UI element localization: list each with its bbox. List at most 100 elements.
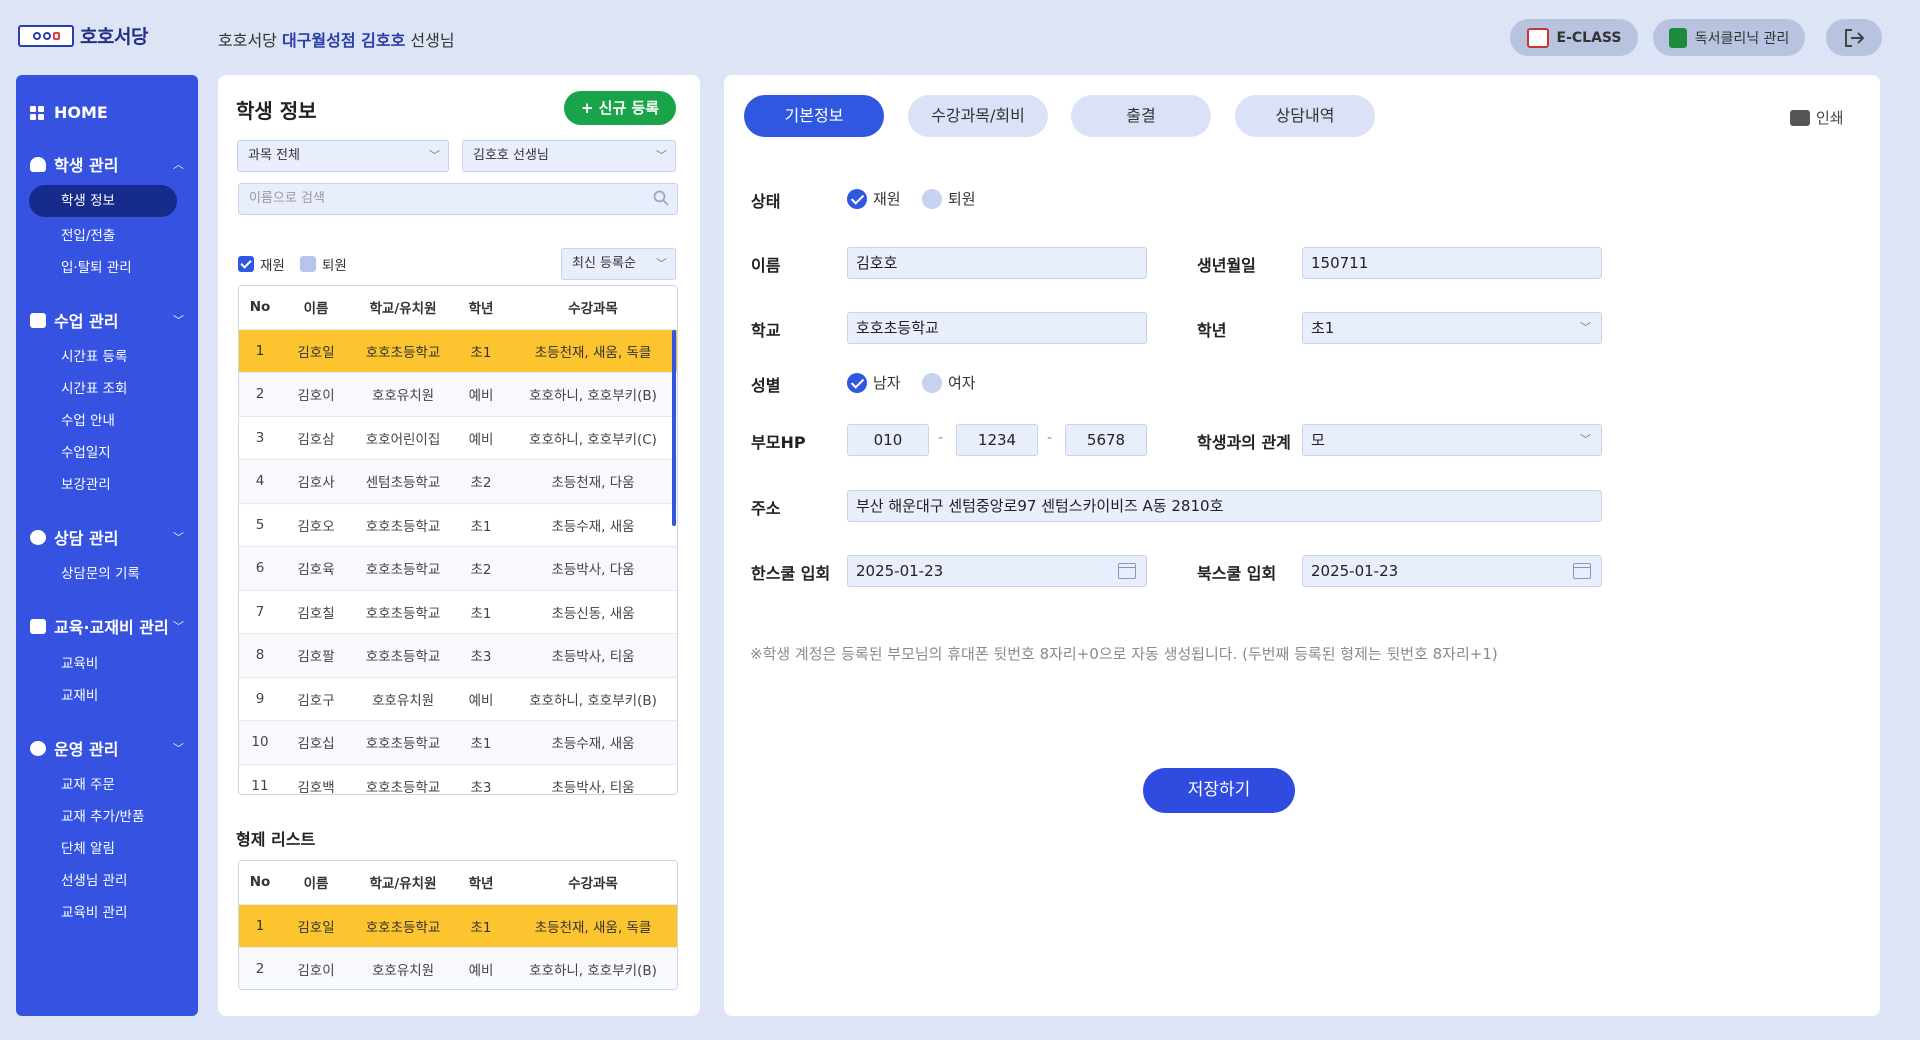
table-cell: 5 bbox=[239, 503, 281, 547]
table-cell: 호호유치원 bbox=[351, 372, 455, 417]
birth-field[interactable]: 150711 bbox=[1302, 247, 1602, 279]
table-cell: 예비 bbox=[455, 947, 507, 989]
phone-part3-field[interactable]: 5678 bbox=[1065, 424, 1147, 456]
phone-part2-field[interactable]: 1234 bbox=[956, 424, 1038, 456]
table-row[interactable]: 10 김호십 호호초등학교 초1 초등수재, 새움 bbox=[239, 720, 677, 765]
school-field[interactable]: 호호초등학교 bbox=[847, 312, 1147, 344]
grade-select[interactable]: 초1 ﹀ bbox=[1302, 312, 1602, 344]
reading-clinic-button[interactable]: 독서클리닉 관리 bbox=[1653, 19, 1805, 56]
tab-courses-fees[interactable]: 수강과목/회비 bbox=[908, 95, 1048, 137]
table-row[interactable]: 2 김호이 호호유치원 예비 호호하니, 호호부키(B) bbox=[239, 947, 677, 989]
subject-filter-select[interactable]: 과목 전체 ﹀ bbox=[237, 140, 449, 172]
tab-counsel-history[interactable]: 상담내역 bbox=[1235, 95, 1375, 137]
table-cell: 김호사 bbox=[281, 459, 351, 504]
table-row[interactable]: 5 김호오 호호초등학교 초1 초등수재, 새움 bbox=[239, 503, 677, 547]
table-cell: 호호하니, 호호부키(B) bbox=[507, 677, 677, 721]
sidebar-item-material-return[interactable]: 교재 추가/반품 bbox=[61, 805, 144, 825]
sidebar-item-material-fee[interactable]: 교재비 bbox=[61, 684, 98, 704]
table-scrollbar[interactable] bbox=[672, 330, 676, 526]
panel-title: 학생 정보 bbox=[236, 99, 317, 123]
table-cell: 3 bbox=[239, 416, 281, 460]
phone-part1-field[interactable]: 010 bbox=[847, 424, 929, 456]
filter-withdrawn-checkbox[interactable]: 퇴원 bbox=[300, 254, 347, 274]
table-cell: 센텀초등학교 bbox=[351, 459, 455, 504]
table-row[interactable]: 9 김호구 호호유치원 예비 호호하니, 호호부키(B) bbox=[239, 677, 677, 721]
filter-enrolled-checkbox[interactable]: 재원 bbox=[238, 254, 285, 274]
name-search-input[interactable]: 이름으로 검색 bbox=[238, 183, 678, 215]
table-row[interactable]: 2 김호이 호호유치원 예비 호호하니, 호호부키(B) bbox=[239, 372, 677, 417]
table-cell: 초1 bbox=[455, 329, 507, 373]
tab-basic-info[interactable]: 기본정보 bbox=[744, 95, 884, 137]
table-cell: 호호유치원 bbox=[351, 947, 455, 989]
sidebar-item-timetable-register[interactable]: 시간표 등록 bbox=[61, 345, 127, 365]
sidebar-item-enroll-withdraw[interactable]: 입·탈퇴 관리 bbox=[61, 256, 132, 276]
table-row[interactable]: 11 김호백 호호초등학교 초3 초등박사, 티움 bbox=[239, 764, 677, 794]
sidebar-home[interactable]: HOME bbox=[30, 103, 108, 122]
calendar-icon[interactable] bbox=[1118, 563, 1136, 579]
sidebar-section-student[interactable]: 학생 관리 ︿ bbox=[30, 152, 190, 176]
sidebar-section-fees[interactable]: 교육·교재비 관리 ﹀ bbox=[30, 614, 190, 638]
sidebar-item-material-order[interactable]: 교재 주문 bbox=[61, 773, 115, 793]
table-cell: 초1 bbox=[455, 904, 507, 948]
status-withdrawn-radio[interactable]: 퇴원 bbox=[922, 188, 976, 209]
table-cell: 8 bbox=[239, 633, 281, 678]
chevron-down-icon: ﹀ bbox=[173, 531, 184, 544]
sidebar-section-class[interactable]: 수업 관리 ﹀ bbox=[30, 308, 190, 332]
table-row[interactable]: 8 김호팔 호호초등학교 초3 초등박사, 티움 bbox=[239, 633, 677, 678]
chevron-down-icon: ﹀ bbox=[1580, 433, 1591, 446]
table-cell: 김호십 bbox=[281, 720, 351, 765]
checkbox-checked-icon bbox=[238, 256, 254, 272]
parent-phone-label: 부모HP bbox=[751, 433, 806, 452]
brand-logo[interactable]: 호호서당 bbox=[18, 22, 148, 49]
sidebar-item-counsel-log[interactable]: 상담문의 기록 bbox=[61, 562, 140, 582]
table-cell: 초등수재, 새움 bbox=[507, 720, 677, 765]
relation-select[interactable]: 모 ﹀ bbox=[1302, 424, 1602, 456]
tab-attendance[interactable]: 출결 bbox=[1071, 95, 1211, 137]
address-field[interactable]: 부산 해운대구 센텀중앙로97 센텀스카이비즈 A동 2810호 bbox=[847, 490, 1602, 522]
status-enrolled-radio[interactable]: 재원 bbox=[847, 188, 901, 209]
sidebar-item-teacher-manage[interactable]: 선생님 관리 bbox=[61, 869, 127, 889]
logout-button[interactable] bbox=[1826, 19, 1882, 56]
table-cell: 호호초등학교 bbox=[351, 329, 455, 373]
grade-label: 학년 bbox=[1197, 321, 1227, 340]
save-button[interactable]: 저장하기 bbox=[1143, 768, 1295, 813]
gender-male-radio[interactable]: 남자 bbox=[847, 372, 901, 393]
bookschool-date-field[interactable]: 2025-01-23 bbox=[1302, 555, 1602, 587]
table-cell: 초3 bbox=[455, 764, 507, 794]
printer-icon bbox=[1790, 109, 1810, 126]
table-row[interactable]: 3 김호삼 호호어린이집 예비 호호하니, 호호부키(C) bbox=[239, 416, 677, 460]
table-row[interactable]: 1 김호일 호호초등학교 초1 초등천재, 새움, 독클 bbox=[239, 329, 677, 373]
table-cell: 김호육 bbox=[281, 546, 351, 591]
sidebar-item-student-info[interactable]: 학생 정보 bbox=[29, 185, 177, 217]
eclass-button[interactable]: E-CLASS bbox=[1510, 19, 1638, 56]
search-icon bbox=[653, 190, 669, 206]
table-row[interactable]: 7 김호칠 호호초등학교 초1 초등신동, 새움 bbox=[239, 590, 677, 634]
sidebar-item-makeup[interactable]: 보강관리 bbox=[61, 473, 111, 493]
student-table: No 이름 학교/유치원 학년 수강과목 1 김호일 호호초등학교 초1 초등천재, 새… bbox=[238, 285, 678, 795]
sidebar-item-group-notice[interactable]: 단체 알림 bbox=[61, 837, 115, 857]
calendar-icon[interactable] bbox=[1573, 563, 1591, 579]
sidebar-section-operations[interactable]: 운영 관리 ﹀ bbox=[30, 736, 190, 760]
gender-female-radio[interactable]: 여자 bbox=[922, 372, 976, 393]
name-field[interactable]: 김호호 bbox=[847, 247, 1147, 279]
column-header: 이름 bbox=[281, 286, 351, 330]
table-row[interactable]: 1 김호일 호호초등학교 초1 초등천재, 새움, 독클 bbox=[239, 904, 677, 948]
sidebar-item-class-guide[interactable]: 수업 안내 bbox=[61, 409, 115, 429]
table-cell: 김호이 bbox=[281, 947, 351, 989]
sidebar-item-tuition-manage[interactable]: 교육비 관리 bbox=[61, 901, 127, 921]
sidebar-section-counsel[interactable]: 상담 관리 ﹀ bbox=[30, 525, 190, 549]
table-row[interactable]: 4 김호사 센텀초등학교 초2 초등천재, 다움 bbox=[239, 459, 677, 504]
sidebar-item-tuition[interactable]: 교육비 bbox=[61, 652, 98, 672]
sidebar-item-timetable-view[interactable]: 시간표 조회 bbox=[61, 377, 127, 397]
print-button[interactable]: 인쇄 bbox=[1790, 107, 1844, 128]
sort-select[interactable]: 최신 등록순 ﹀ bbox=[561, 248, 676, 280]
new-student-button[interactable]: + 신규 등록 bbox=[564, 91, 676, 125]
sidebar-item-transfer[interactable]: 전입/전출 bbox=[61, 224, 115, 244]
table-row[interactable]: 6 김호육 호호초등학교 초2 초등박사, 다움 bbox=[239, 546, 677, 591]
table-cell: 김호구 bbox=[281, 677, 351, 721]
teacher-filter-select[interactable]: 김호호 선생님 ﹀ bbox=[462, 140, 676, 172]
hanschool-date-field[interactable]: 2025-01-23 bbox=[847, 555, 1147, 587]
table-cell: 예비 bbox=[455, 677, 507, 721]
sidebar-item-class-journal[interactable]: 수업일지 bbox=[61, 441, 111, 461]
table-cell: 호호하니, 호호부키(B) bbox=[507, 372, 677, 417]
